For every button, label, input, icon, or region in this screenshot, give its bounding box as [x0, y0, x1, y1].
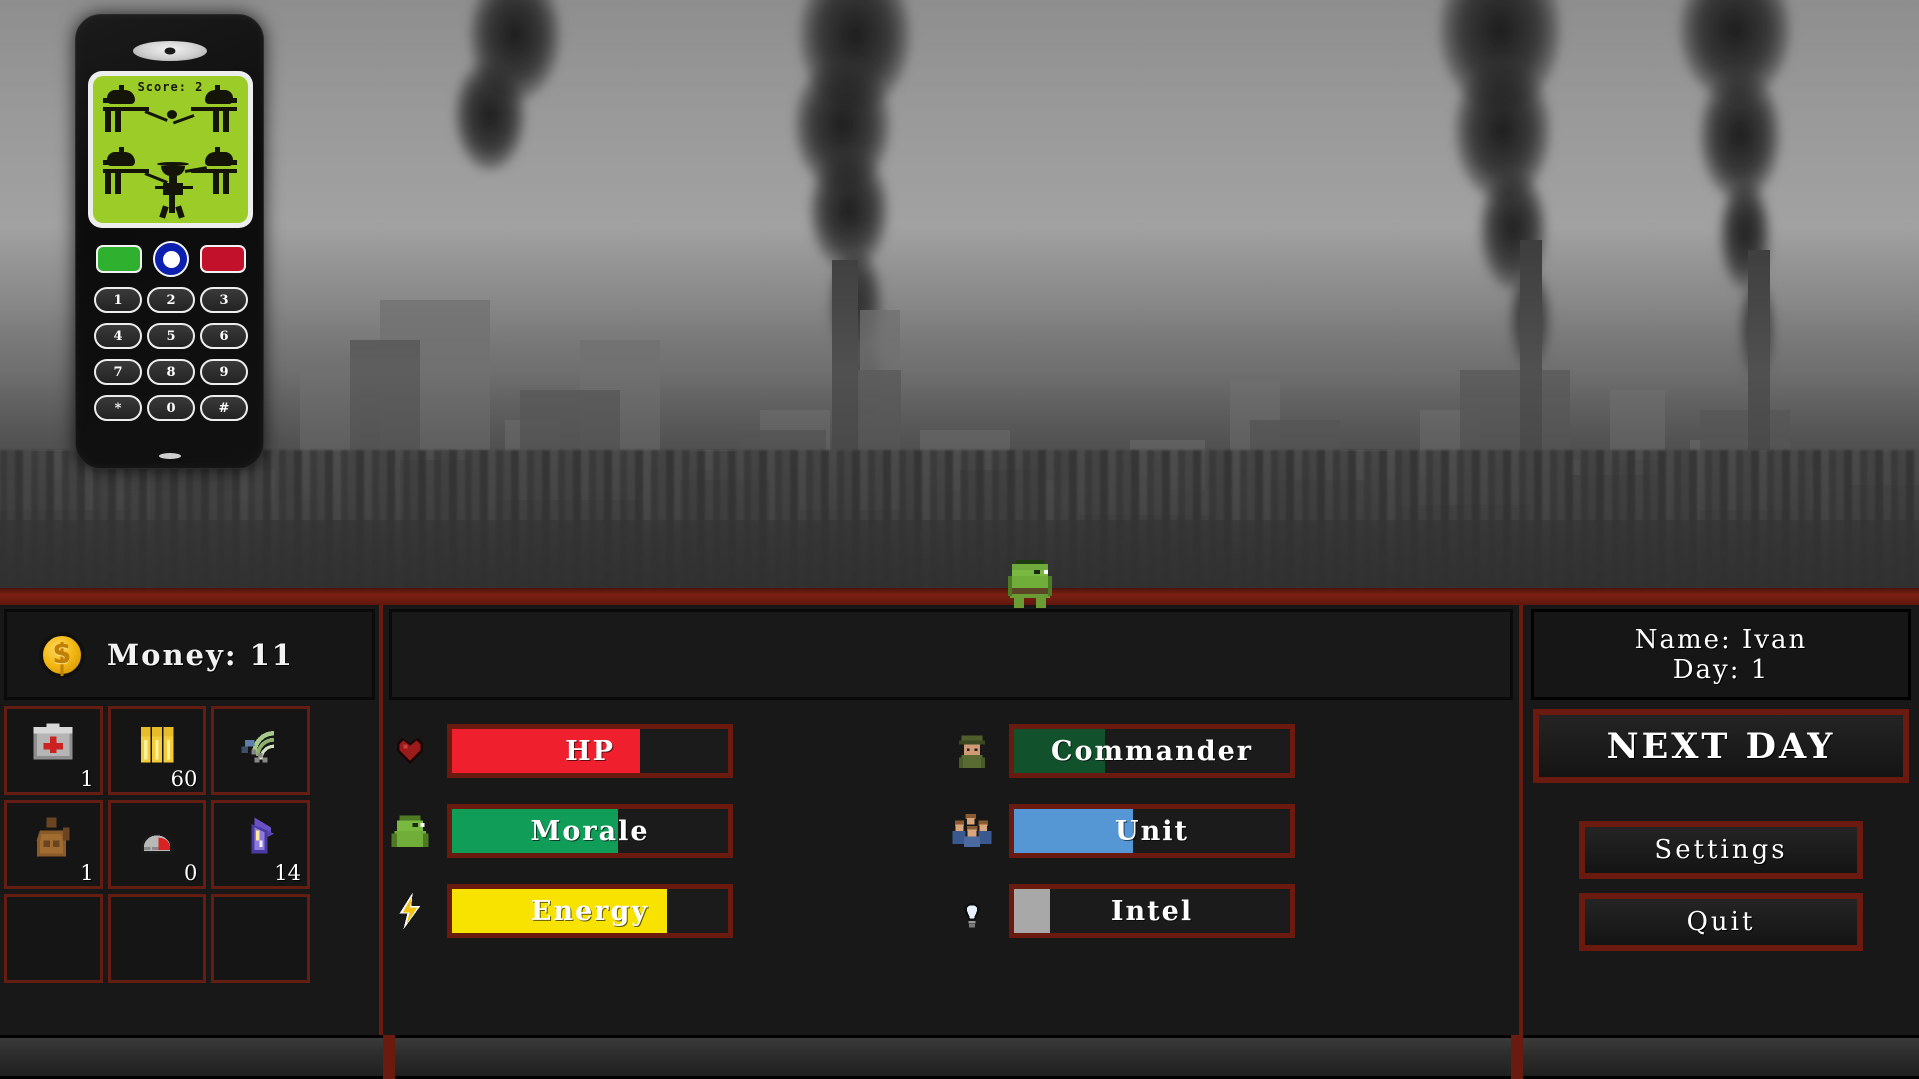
bottom-strip-right[interactable] — [1523, 1035, 1919, 1079]
phone-key-1[interactable]: 1 — [94, 287, 142, 313]
inventory-slot-jug[interactable]: 1 — [4, 800, 103, 889]
bottom-strip-divider-2 — [1511, 1035, 1523, 1079]
inventory-slot-empty-2[interactable] — [107, 894, 207, 983]
inventory-grid[interactable]: 1 60 1 0 14 — [4, 706, 375, 983]
stat-row-commander: Commander — [951, 724, 1513, 778]
lightning-icon — [389, 890, 431, 932]
lcd-score-label: Score: — [137, 80, 187, 94]
coin-icon — [39, 631, 85, 678]
inventory-qty: 14 — [274, 861, 301, 885]
bottom-strip-middle[interactable] — [395, 1035, 1511, 1079]
phone-key-star[interactable]: * — [94, 395, 142, 421]
stat-row-hp: HP — [389, 724, 951, 778]
phone-key-6[interactable]: 6 — [200, 323, 248, 349]
phone-nav-key[interactable] — [153, 241, 189, 277]
morale-bar-label: Morale — [530, 815, 650, 847]
phone-key-3[interactable]: 3 — [200, 287, 248, 313]
day-counter-text: Day: 1 — [1672, 654, 1770, 685]
bottom-strip-divider-1 — [383, 1035, 395, 1079]
stats-left-column: HP Morale Energy — [389, 724, 951, 938]
nokia-phone-widget[interactable]: Score: 2 1 2 3 4 5 6 7 8 9 * 0 # — [75, 14, 264, 469]
morale-bar: Morale — [447, 804, 733, 858]
energy-bar-label: Energy — [530, 895, 650, 927]
inventory-slot-medkit[interactable]: 1 — [4, 706, 103, 795]
lcd-score-value: 2 — [195, 80, 204, 94]
bottom-strip-left[interactable] — [0, 1035, 383, 1079]
commander-bar-label: Commander — [1050, 735, 1254, 767]
player-name-text: Name: Ivan — [1634, 624, 1808, 655]
inventory-qty: 60 — [170, 767, 198, 791]
event-log-panel — [389, 609, 1513, 700]
phone-keypad[interactable]: 1 2 3 4 5 6 7 8 9 * 0 # — [94, 287, 248, 421]
soldier-icon — [951, 730, 993, 772]
hud-middle-column: HP Morale Energy Commander Unit Intel — [383, 605, 1523, 1079]
next-day-button[interactable]: NEXT DAY — [1533, 709, 1909, 783]
radio-signal-icon — [235, 717, 287, 769]
inventory-qty: 0 — [183, 861, 198, 885]
medkit-icon — [27, 717, 79, 769]
phone-screen-bezel: Score: 2 — [88, 71, 253, 228]
squad-icon — [951, 810, 993, 852]
inventory-slot-empty-1[interactable] — [4, 894, 103, 983]
phone-microphone-icon — [158, 453, 181, 459]
lightbulb-icon — [951, 890, 993, 932]
phone-key-hash[interactable]: # — [200, 395, 248, 421]
money-panel: Money: 11 — [4, 609, 375, 700]
helmet-icon — [131, 811, 183, 863]
stat-row-energy: Energy — [389, 884, 951, 938]
player-nameplate: Name: Ivan Day: 1 — [1531, 609, 1911, 700]
inventory-slot-helmet[interactable]: 0 — [107, 800, 207, 889]
phone-key-2[interactable]: 2 — [147, 287, 195, 313]
jug-icon — [27, 811, 79, 863]
unit-bar: Unit — [1009, 804, 1295, 858]
phone-end-key[interactable] — [200, 245, 246, 273]
quit-button[interactable]: Quit — [1579, 893, 1863, 951]
phone-key-0[interactable]: 0 — [147, 395, 195, 421]
energy-bar: Energy — [447, 884, 733, 938]
hud-left-column: Money: 11 1 — [0, 605, 383, 1079]
settings-button[interactable]: Settings — [1579, 821, 1863, 879]
inventory-qty: 1 — [80, 767, 94, 791]
phone-key-9[interactable]: 9 — [200, 359, 248, 385]
stat-row-intel: Intel — [951, 884, 1513, 938]
stats-area: HP Morale Energy Commander Unit Intel — [389, 706, 1513, 938]
inventory-slot-ammo[interactable]: 60 — [107, 706, 207, 795]
game-hud: Money: 11 1 — [0, 588, 1919, 1079]
inventory-slot-crystal[interactable]: 14 — [211, 800, 310, 889]
unit-bar-label: Unit — [1115, 815, 1189, 847]
phone-lcd-display[interactable]: Score: 2 — [93, 76, 248, 223]
inventory-slot-empty-3[interactable] — [211, 894, 310, 983]
background-cityscape — [0, 0, 1919, 600]
hp-bar-label: HP — [565, 735, 615, 767]
stat-row-unit: Unit — [951, 804, 1513, 858]
phone-key-5[interactable]: 5 — [147, 323, 195, 349]
crystal-icon — [235, 811, 287, 863]
player-character-sprite — [1008, 560, 1052, 608]
orc-face-icon — [389, 810, 431, 852]
money-label: Money: 11 — [107, 637, 294, 672]
game-screen: Score: 2 1 2 3 4 5 6 7 8 9 * 0 # S Money… — [0, 0, 1919, 1079]
phone-call-key[interactable] — [96, 245, 142, 273]
phone-key-8[interactable]: 8 — [147, 359, 195, 385]
stats-right-column: Commander Unit Intel — [951, 724, 1513, 938]
intel-bar-label: Intel — [1110, 895, 1194, 927]
intel-bar: Intel — [1009, 884, 1295, 938]
hud-bottom-strip — [0, 1035, 1919, 1079]
heart-icon — [389, 730, 431, 772]
inventory-qty: 1 — [80, 861, 94, 885]
commander-bar: Commander — [1009, 724, 1295, 778]
phone-speaker-icon — [132, 41, 207, 61]
inventory-slot-radio[interactable] — [211, 706, 310, 795]
hp-bar: HP — [447, 724, 733, 778]
phone-key-4[interactable]: 4 — [94, 323, 142, 349]
hud-right-column: Name: Ivan Day: 1 NEXT DAY Settings Quit — [1523, 605, 1919, 1079]
ammo-icon — [131, 717, 183, 769]
stat-row-morale: Morale — [389, 804, 951, 858]
phone-key-7[interactable]: 7 — [94, 359, 142, 385]
phone-softkey-row — [96, 241, 246, 277]
